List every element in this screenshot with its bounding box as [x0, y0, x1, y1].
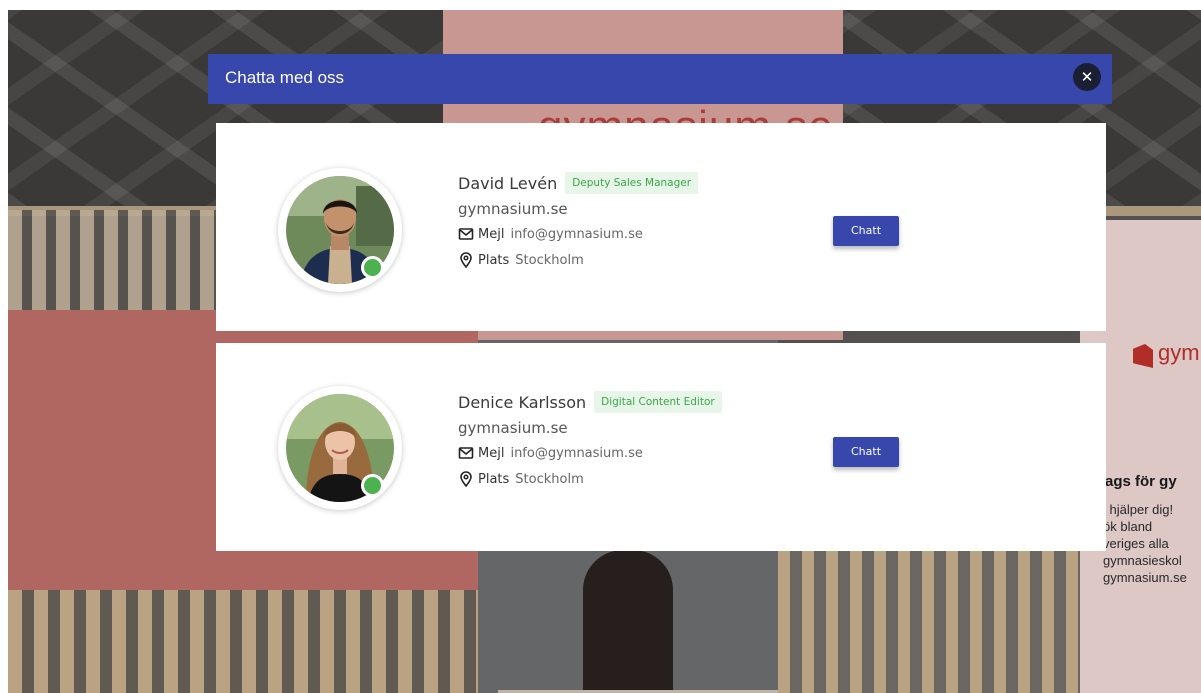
online-status-indicator — [361, 256, 384, 279]
name-row: David Levén Deputy Sales Manager — [458, 170, 699, 196]
contact-card: David Levén Deputy Sales Manager gymnasi… — [216, 123, 1106, 331]
role-badge: Deputy Sales Manager — [565, 172, 699, 194]
mail-icon — [458, 447, 474, 459]
contact-info: David Levén Deputy Sales Manager gymnasi… — [458, 170, 699, 270]
email-label: Mejl — [478, 226, 505, 242]
location-label: Plats — [478, 471, 510, 487]
avatar-frame — [278, 386, 402, 510]
location-pin-icon — [460, 252, 472, 268]
contact-name: David Levén — [458, 173, 558, 193]
modal-title: Chatta med oss — [225, 68, 345, 87]
name-row: Denice Karlsson Digital Content Editor — [458, 389, 722, 415]
location-label: Plats — [478, 252, 510, 268]
contact-company: gymnasium.se — [458, 200, 568, 218]
contact-name: Denice Karlsson — [458, 392, 587, 412]
chat-modal-header: Chatta med oss ✕ — [208, 54, 1112, 104]
chat-button[interactable]: Chatt — [833, 437, 899, 467]
location-pin-icon — [460, 471, 472, 487]
contact-info: Denice Karlsson Digital Content Editor g… — [458, 389, 722, 489]
avatar-frame — [278, 168, 402, 292]
email-value: info@gymnasium.se — [510, 445, 643, 461]
close-button[interactable]: ✕ — [1073, 63, 1101, 91]
location-value: Stockholm — [515, 471, 584, 487]
role-badge: Digital Content Editor — [594, 391, 722, 413]
mail-icon — [458, 228, 474, 240]
email-value: info@gymnasium.se — [510, 226, 643, 242]
contact-company: gymnasium.se — [458, 419, 568, 437]
email-label: Mejl — [478, 445, 505, 461]
location-row: Plats Stockholm — [458, 469, 722, 489]
close-icon: ✕ — [1080, 68, 1094, 86]
email-row: Mejl info@gymnasium.se — [458, 443, 722, 463]
location-value: Stockholm — [515, 252, 584, 268]
location-row: Plats Stockholm — [458, 250, 698, 270]
contact-card: Denice Karlsson Digital Content Editor g… — [216, 343, 1106, 551]
online-status-indicator — [361, 474, 384, 497]
email-row: Mejl info@gymnasium.se — [458, 224, 698, 244]
chat-button[interactable]: Chatt — [833, 216, 899, 246]
